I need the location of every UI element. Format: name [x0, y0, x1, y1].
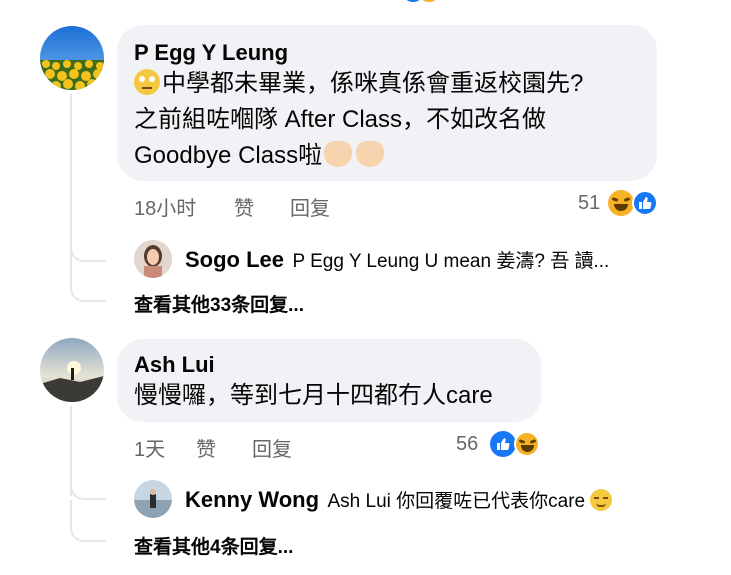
- laugh-icon[interactable]: [608, 190, 634, 216]
- comment-line: Goodbye Class啦: [134, 138, 385, 174]
- cropped-previous-row: [134, 0, 454, 4]
- thread-branch: [70, 222, 106, 262]
- reply-author[interactable]: Sogo Lee: [185, 247, 284, 272]
- relieved-emoji-icon: [589, 489, 612, 511]
- avatar-ash-lui[interactable]: [40, 338, 104, 402]
- like-icon[interactable]: [490, 431, 516, 457]
- avatar-kenny-wong[interactable]: [134, 480, 172, 518]
- comment-line: 中學都未畢業，係咪真係會重返校園先?: [134, 66, 583, 102]
- comment-line: 之前組咗嗰隊 After Class，不如改名做: [134, 106, 547, 133]
- comment-author[interactable]: P Egg Y Leung: [134, 40, 288, 66]
- thread-branch: [70, 460, 106, 500]
- reply-button[interactable]: 回复: [290, 192, 330, 221]
- rolling-eyes-emoji-icon: [134, 69, 160, 95]
- comment-timestamp[interactable]: 18小时: [134, 192, 196, 221]
- reaction-count[interactable]: 56: [456, 433, 478, 456]
- reply-preview[interactable]: Sogo Lee P Egg Y Leung U mean 姜濤? 吾 讀...: [185, 246, 609, 273]
- comment-author[interactable]: Ash Lui: [134, 352, 215, 378]
- thread-branch: [70, 262, 106, 302]
- reply-text: P Egg Y Leung U mean 姜濤? 吾 讀...: [292, 251, 610, 272]
- clapping-hands-icon: [356, 141, 385, 167]
- view-more-replies[interactable]: 查看其他33条回复...: [134, 290, 304, 317]
- like-button[interactable]: 赞: [234, 192, 254, 221]
- reply-text: Ash Lui 你回覆咗已代表你care: [327, 491, 586, 512]
- like-button[interactable]: 赞: [196, 433, 216, 462]
- laugh-icon[interactable]: [514, 431, 540, 457]
- reaction-count[interactable]: 51: [578, 192, 600, 215]
- comment-timestamp[interactable]: 1天: [134, 433, 165, 462]
- reply-preview[interactable]: Kenny Wong Ash Lui 你回覆咗已代表你care: [185, 486, 612, 513]
- avatar-sunflowers[interactable]: [40, 26, 104, 90]
- clapping-hands-icon: [324, 141, 353, 167]
- comment-line: 慢慢囉，等到七月十四都冇人care: [134, 382, 493, 409]
- like-icon[interactable]: [632, 190, 658, 216]
- reply-button[interactable]: 回复: [252, 433, 292, 462]
- thread-branch: [70, 500, 106, 542]
- view-more-replies[interactable]: 查看其他4条回复...: [134, 532, 293, 559]
- reply-author[interactable]: Kenny Wong: [185, 487, 319, 512]
- avatar-sogo-lee[interactable]: [134, 240, 172, 278]
